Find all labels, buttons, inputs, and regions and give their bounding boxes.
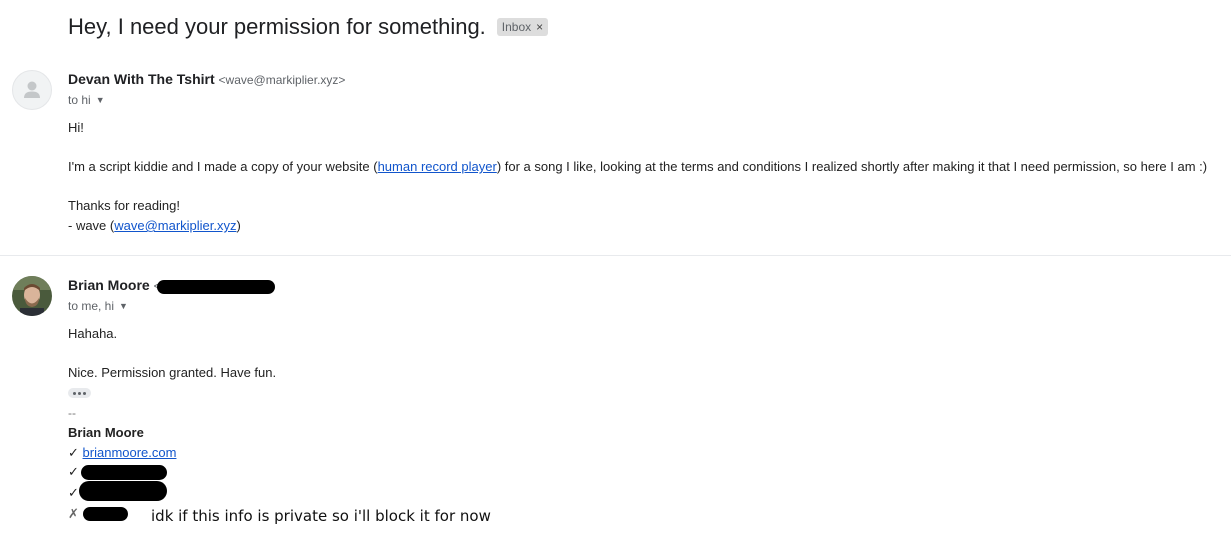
reply-line-2: Nice. Permission granted. Have fun. [68, 365, 277, 380]
sender-line: Brian Moore < [68, 277, 161, 293]
thanks-text: Thanks for reading! [68, 198, 181, 213]
signature-line-redacted: ✓ [68, 464, 79, 480]
sender-name[interactable]: Brian Moore [68, 277, 150, 293]
annotation-text: idk if this info is private so i'll bloc… [151, 507, 491, 525]
signature-website-line: ✓ brianmoore.com [68, 445, 176, 461]
cross-icon: ✗ [68, 506, 79, 521]
check-icon: ✓ [68, 445, 79, 460]
check-icon: ✓ [68, 464, 79, 479]
chevron-down-icon[interactable]: ▼ [96, 95, 105, 105]
recipients-line[interactable]: to hi ▼ [68, 93, 105, 107]
signature-post: ) [236, 218, 241, 233]
recipients-text: to hi [68, 93, 91, 107]
sender-line: Devan With The Tshirt <wave@markiplier.x… [68, 71, 345, 87]
dot-icon [78, 391, 81, 395]
remove-label-icon[interactable]: × [536, 20, 543, 34]
redaction-mark [79, 481, 167, 501]
body-text-post: ) for a song I like, looking at the term… [496, 159, 1208, 174]
signature-name: Brian Moore [68, 425, 144, 440]
signature-line-redacted: ✗ [68, 506, 79, 522]
signature-line-redacted: ✓ [68, 485, 79, 501]
signature-dash: -- [68, 406, 76, 420]
label-chip-text: Inbox [501, 20, 532, 34]
subject-row: Hey, I need your permission for somethin… [68, 14, 549, 40]
dot-icon [83, 391, 86, 395]
chevron-down-icon[interactable]: ▼ [119, 301, 128, 311]
reply-line-1: Hahaha. [68, 326, 118, 341]
profile-photo [12, 276, 52, 316]
check-icon: ✓ [68, 485, 79, 500]
email-link[interactable]: wave@markiplier.xyz [114, 218, 236, 233]
body-paragraph: I'm a script kiddie and I made a copy of… [68, 159, 1207, 174]
human-record-player-link[interactable]: human record player [378, 159, 497, 174]
sender-name[interactable]: Devan With The Tshirt [68, 71, 215, 87]
email-subject: Hey, I need your permission for somethin… [68, 14, 486, 39]
redaction-mark [157, 280, 275, 294]
avatar [12, 276, 52, 316]
avatar-placeholder [12, 70, 52, 110]
body-text-pre: I'm a script kiddie and I made a copy of… [68, 159, 378, 174]
person-icon [24, 81, 40, 98]
recipients-text: to me, hi [68, 299, 115, 313]
label-chip-inbox[interactable]: Inbox × [496, 18, 549, 36]
show-trimmed-content-button[interactable] [68, 388, 91, 398]
dot-icon [73, 391, 76, 395]
greeting-text: Hi! [68, 120, 84, 135]
signature-line: - wave (wave@markiplier.xyz) [68, 218, 241, 233]
sender-email: <wave@markiplier.xyz> [218, 73, 346, 87]
recipients-line[interactable]: to me, hi ▼ [68, 299, 128, 313]
redaction-mark [81, 465, 167, 480]
redaction-mark [83, 507, 128, 521]
signature-pre: - wave ( [68, 218, 115, 233]
website-link[interactable]: brianmoore.com [83, 445, 177, 460]
message-divider [0, 255, 1231, 256]
